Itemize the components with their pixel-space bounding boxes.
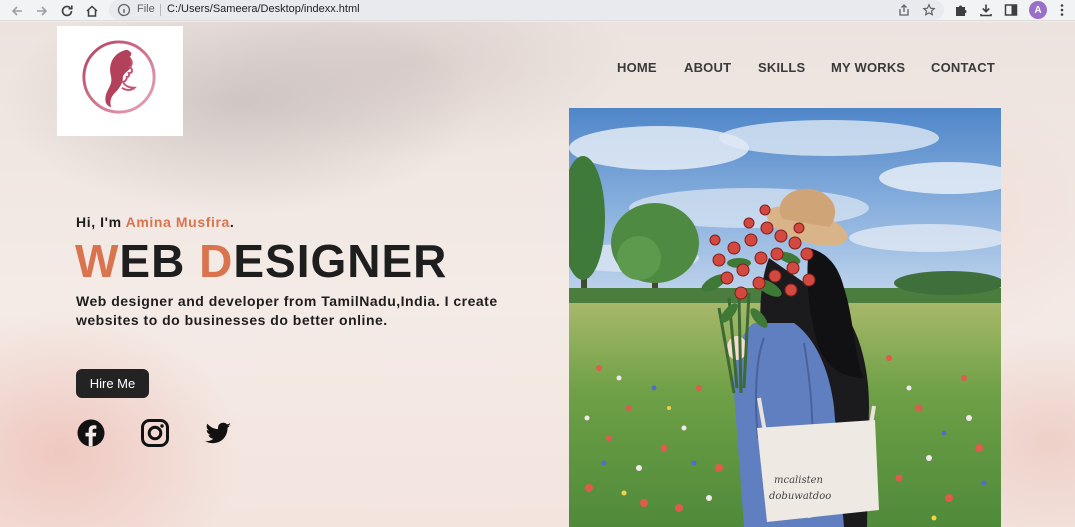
browser-toolbar: File C:/Users/Sameera/Desktop/indexx.htm… <box>0 0 1075 21</box>
hero-illustration: mcalisten dobuwatdoo <box>569 108 1001 527</box>
browser-menu-button[interactable] <box>1054 2 1070 18</box>
instagram-link[interactable] <box>140 418 170 448</box>
facebook-icon <box>77 419 105 447</box>
portfolio-page: HOME ABOUT SKILLS MY WORKS CONTACT Hi, I… <box>0 22 1075 527</box>
twitter-link[interactable] <box>203 418 233 448</box>
url-text[interactable]: C:/Users/Sameera/Desktop/indexx.html <box>167 3 360 15</box>
back-button[interactable] <box>8 2 26 19</box>
hero-description: Web designer and developer from TamilNad… <box>76 293 498 328</box>
hero-name: Amina Musfira <box>125 214 230 230</box>
extensions-button[interactable] <box>953 2 969 18</box>
site-logo[interactable] <box>57 26 183 136</box>
reload-icon <box>61 5 73 16</box>
title-eb: EB <box>119 235 200 287</box>
title-esigner: ESIGNER <box>233 235 448 287</box>
arrow-right-icon <box>37 5 48 16</box>
puzzle-icon <box>956 5 967 16</box>
hero-greeting: Hi, I'm Amina Musfira. <box>76 214 234 230</box>
side-panel-button[interactable] <box>1003 2 1019 18</box>
info-icon[interactable] <box>117 3 131 17</box>
home-button[interactable] <box>83 2 101 19</box>
nav-about[interactable]: ABOUT <box>684 60 731 75</box>
downloads-button[interactable] <box>978 2 994 18</box>
instagram-icon <box>141 419 169 447</box>
arrow-left-icon <box>11 5 22 16</box>
address-separator <box>160 4 161 16</box>
bag-text-1: mcalisten <box>774 475 823 486</box>
download-icon <box>980 4 992 17</box>
hire-me-button[interactable]: Hire Me <box>76 369 149 398</box>
share-icon[interactable] <box>897 3 911 17</box>
twitter-icon <box>205 422 231 444</box>
nav-skills[interactable]: SKILLS <box>758 60 805 75</box>
nav-my-works[interactable]: MY WORKS <box>831 60 905 75</box>
profile-avatar[interactable]: A <box>1029 1 1047 19</box>
kebab-menu-icon <box>1060 4 1064 16</box>
title-initial-d: D <box>199 235 234 287</box>
nav-contact[interactable]: CONTACT <box>931 60 995 75</box>
girl-with-roses-painting: mcalisten dobuwatdoo <box>569 108 1001 527</box>
forward-button[interactable] <box>33 2 51 19</box>
sidebar-icon <box>1004 4 1018 16</box>
address-bar[interactable]: File C:/Users/Sameera/Desktop/indexx.htm… <box>109 0 944 20</box>
title-initial-w: W <box>75 235 120 287</box>
reload-button[interactable] <box>58 2 76 19</box>
facebook-link[interactable] <box>76 418 106 448</box>
nav-home[interactable]: HOME <box>617 60 657 75</box>
file-scheme-label: File <box>137 3 155 15</box>
bag-text-2: dobuwatdoo <box>769 491 831 502</box>
greeting-suffix: . <box>229 214 235 230</box>
hero-title: WEB DESIGNER <box>75 234 447 288</box>
home-icon <box>86 4 98 17</box>
woman-profile-logo-icon <box>82 40 156 114</box>
star-icon[interactable] <box>922 3 936 17</box>
greeting-prefix: Hi, I'm <box>76 214 126 230</box>
